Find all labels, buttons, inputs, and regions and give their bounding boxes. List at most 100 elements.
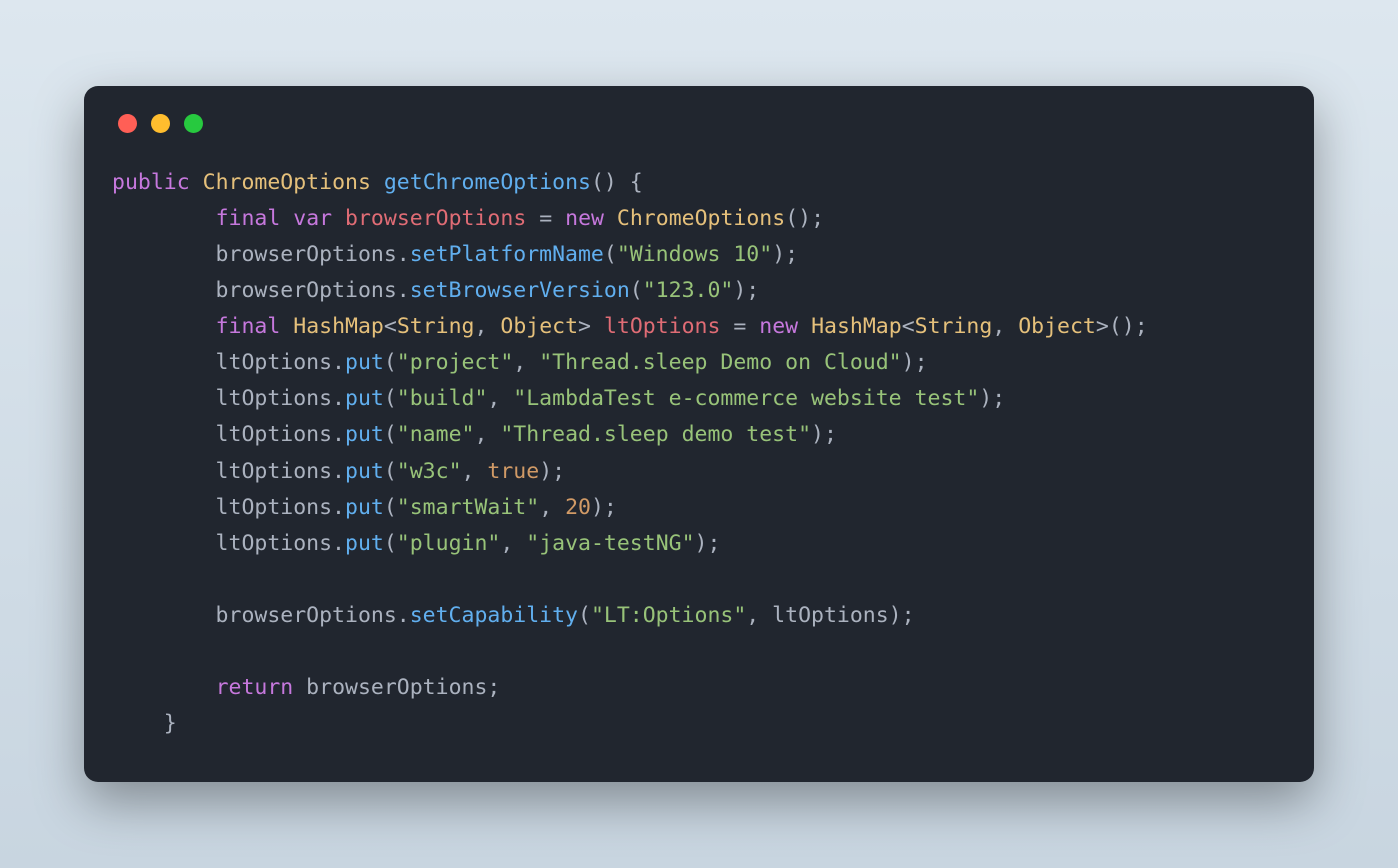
code-token: ); [979, 386, 1005, 411]
code-token: ltOptions. [112, 350, 345, 375]
code-token: browserOptions. [112, 603, 410, 628]
code-token: ); [539, 459, 565, 484]
code-token [798, 314, 811, 339]
code-token: String [915, 314, 993, 339]
code-token [552, 206, 565, 231]
code-token: ); [695, 531, 721, 556]
code-token: browserOptions; [293, 675, 500, 700]
code-token: ltOptions [604, 314, 721, 339]
code-token: } [112, 711, 177, 736]
code-token: put [345, 422, 384, 447]
code-token [604, 206, 617, 231]
code-line: ltOptions.put("project", "Thread.sleep D… [112, 345, 1286, 381]
code-token: , [500, 531, 526, 556]
code-token: Object [500, 314, 578, 339]
code-token: "name" [397, 422, 475, 447]
code-token: ( [384, 495, 397, 520]
code-token: ltOptions. [112, 459, 345, 484]
code-token: , [462, 459, 488, 484]
code-token: put [345, 350, 384, 375]
code-token: ); [772, 242, 798, 267]
code-block: public ChromeOptions getChromeOptions() … [112, 165, 1286, 743]
code-token: "Thread.sleep Demo on Cloud" [539, 350, 901, 375]
code-token: (); [785, 206, 824, 231]
code-token [526, 206, 539, 231]
code-line: final var browserOptions = new ChromeOpt… [112, 201, 1286, 237]
code-token: 20 [565, 495, 591, 520]
code-line: browserOptions.setCapability("LT:Options… [112, 598, 1286, 634]
code-token: new [759, 314, 798, 339]
code-line: browserOptions.setBrowserVersion("123.0"… [112, 273, 1286, 309]
close-icon[interactable] [118, 114, 137, 133]
code-token: ( [604, 242, 617, 267]
code-token: setBrowserVersion [410, 278, 630, 303]
code-token: ( [384, 350, 397, 375]
code-line [112, 634, 1286, 670]
code-token: < [384, 314, 397, 339]
code-token: "build" [397, 386, 488, 411]
code-line: ltOptions.put("name", "Thread.sleep demo… [112, 417, 1286, 453]
minimize-icon[interactable] [151, 114, 170, 133]
code-token [112, 206, 216, 231]
code-token: = [720, 314, 759, 339]
code-token: "w3c" [397, 459, 462, 484]
code-token: "LT:Options" [591, 603, 746, 628]
code-token: > [578, 314, 604, 339]
maximize-icon[interactable] [184, 114, 203, 133]
code-line: ltOptions.put("w3c", true); [112, 454, 1286, 490]
code-token: ( [384, 531, 397, 556]
code-token [371, 170, 384, 195]
code-token: String [397, 314, 475, 339]
code-token: true [487, 459, 539, 484]
code-token: browserOptions. [112, 278, 410, 303]
code-token: ); [733, 278, 759, 303]
code-token [332, 206, 345, 231]
code-token: put [345, 459, 384, 484]
code-token: browserOptions [345, 206, 526, 231]
code-token: , [474, 422, 500, 447]
code-token: "java-testNG" [526, 531, 694, 556]
code-line: } [112, 706, 1286, 742]
code-token: var [293, 206, 332, 231]
code-token: ( [384, 422, 397, 447]
code-token: ( [630, 278, 643, 303]
code-line: return browserOptions; [112, 670, 1286, 706]
code-token: "LambdaTest e-commerce website test" [513, 386, 979, 411]
code-token: put [345, 531, 384, 556]
code-token: "plugin" [397, 531, 501, 556]
code-token: , [513, 350, 539, 375]
code-token: , [474, 314, 500, 339]
code-token: "Windows 10" [617, 242, 772, 267]
code-token: ChromeOptions [203, 170, 371, 195]
code-token: "123.0" [643, 278, 734, 303]
code-token: Object [1018, 314, 1096, 339]
code-token: ltOptions. [112, 495, 345, 520]
code-token: put [345, 495, 384, 520]
code-token: ltOptions. [112, 386, 345, 411]
code-token: , [539, 495, 565, 520]
code-token: ( [578, 603, 591, 628]
code-token: ChromeOptions [617, 206, 785, 231]
code-token: HashMap [811, 314, 902, 339]
code-token: setPlatformName [410, 242, 604, 267]
code-token: >(); [1096, 314, 1148, 339]
code-line: ltOptions.put("plugin", "java-testNG"); [112, 526, 1286, 562]
code-token: < [902, 314, 915, 339]
code-token: ltOptions. [112, 531, 345, 556]
code-line: ltOptions.put("smartWait", 20); [112, 490, 1286, 526]
code-token [112, 314, 216, 339]
code-token: HashMap [293, 314, 384, 339]
code-token: setCapability [410, 603, 578, 628]
code-token: return [216, 675, 294, 700]
code-token: = [539, 206, 552, 231]
code-token [280, 314, 293, 339]
code-token [112, 675, 216, 700]
code-line: public ChromeOptions getChromeOptions() … [112, 165, 1286, 201]
code-line: ltOptions.put("build", "LambdaTest e-com… [112, 381, 1286, 417]
code-token [280, 206, 293, 231]
code-token: new [565, 206, 604, 231]
code-window: public ChromeOptions getChromeOptions() … [84, 86, 1314, 783]
code-token: "smartWait" [397, 495, 539, 520]
code-line: final HashMap<String, Object> ltOptions … [112, 309, 1286, 345]
code-token: final [216, 314, 281, 339]
